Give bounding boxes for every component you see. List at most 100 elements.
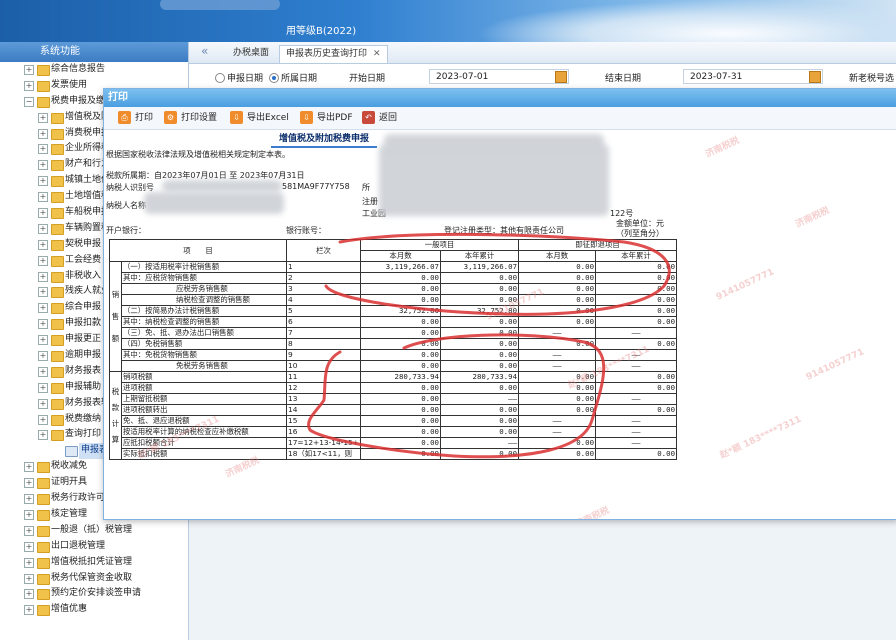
table-row: 应抵扣税额合计 17=12+13-14-15+16 0.00 —— 0.00 —— — [110, 437, 678, 449]
expand-icon[interactable]: + — [38, 128, 48, 139]
taxpayer-id-label: 纳税人识别号 — [106, 183, 154, 192]
print-settings-button[interactable]: ⚙ 打印设置 — [164, 111, 217, 125]
expand-icon[interactable]: + — [38, 208, 48, 219]
sidebar-item[interactable]: + 一般退（抵）税管理 — [0, 523, 188, 539]
expand-icon[interactable]: + — [38, 414, 48, 425]
sidebar-item-label: 税收减免 — [51, 461, 88, 472]
sidebar-item[interactable]: + 出口退税管理 — [0, 539, 188, 555]
expand-icon[interactable]: + — [24, 462, 34, 473]
watermark-text: 赵*颖 183****7311 — [718, 414, 804, 462]
export-pdf-button[interactable]: ⇩ 导出PDF — [300, 111, 353, 125]
calendar-icon[interactable] — [555, 71, 567, 83]
expand-icon[interactable]: + — [38, 351, 48, 362]
close-tab-icon[interactable]: ✕ — [373, 49, 381, 59]
expand-icon[interactable]: + — [24, 494, 34, 505]
print-button[interactable]: ⎙ 打印 — [118, 111, 153, 125]
amount-unit: 金额单位：元（列至角分） — [616, 219, 664, 238]
sidebar-item[interactable]: + 预约定价安排谈签申请 — [0, 586, 188, 602]
tax-number-select-label: 新老税号选 — [849, 74, 895, 84]
expand-icon[interactable]: + — [38, 287, 48, 298]
print-settings-label: 打印设置 — [181, 113, 218, 123]
expand-icon[interactable]: + — [24, 541, 34, 552]
table-row: 纳税检查调整的销售额 4 0.00 0.00 0.00 0.00 — [110, 294, 678, 306]
end-date-input[interactable]: 2023-07-31 — [683, 69, 823, 84]
expand-icon[interactable]: + — [38, 382, 48, 393]
expand-icon[interactable]: + — [38, 303, 48, 314]
cell-general-month: 0.00 — [360, 404, 442, 416]
expand-icon[interactable]: + — [38, 398, 48, 409]
expand-icon[interactable]: + — [24, 80, 34, 91]
radio-declare-date[interactable] — [215, 73, 225, 83]
cell-general-ytd: —— — [440, 393, 520, 405]
start-date-input[interactable]: 2023-07-01 — [429, 69, 569, 84]
row-label: 应税劳务销售额 — [120, 283, 288, 295]
expand-icon[interactable]: + — [24, 589, 34, 600]
expand-icon[interactable]: + — [24, 525, 34, 536]
expand-icon[interactable]: + — [38, 176, 48, 187]
row-line-no: 4 — [286, 294, 362, 306]
expand-icon[interactable]: + — [24, 605, 34, 616]
folder-icon — [51, 144, 64, 156]
account-label: 银行账号： — [286, 226, 326, 235]
watermark-text: 济南税税 — [704, 135, 742, 161]
expand-icon[interactable]: + — [38, 255, 48, 266]
expand-icon[interactable]: + — [24, 65, 34, 75]
tab-history-print[interactable]: 申报表历史查询打印 ✕ — [279, 45, 388, 63]
expand-icon[interactable]: + — [38, 239, 48, 250]
sidebar-item[interactable]: + 综合信息报告 — [0, 62, 188, 78]
sidebar-item[interactable]: + 增值税抵扣凭证管理 — [0, 555, 188, 571]
expand-icon[interactable]: + — [38, 192, 48, 203]
sidebar-item-label: 税费缴纳 — [65, 413, 102, 424]
expand-icon[interactable]: − — [24, 96, 34, 107]
expand-icon[interactable]: + — [24, 478, 34, 489]
export-excel-button[interactable]: ⇩ 导出Excel — [230, 111, 289, 125]
back-button[interactable]: ↶ 返回 — [362, 111, 397, 125]
settings-icon: ⚙ — [164, 111, 177, 124]
start-date-label: 开始日期 — [349, 74, 386, 84]
radio-period-date[interactable] — [269, 73, 279, 83]
folder-icon — [51, 351, 64, 363]
cell-general-month: 0.00 — [360, 272, 442, 284]
sidebar-item-label: 发票使用 — [51, 79, 88, 90]
expand-icon[interactable]: + — [38, 430, 48, 441]
row-line-no: 8 — [286, 338, 362, 350]
expand-icon[interactable]: + — [38, 319, 48, 330]
report-preview[interactable]: 增值税及附加税费申报 根据国家税收法律法规及增值税相关规定制定本表。 税款所属期… — [104, 130, 896, 519]
expand-icon[interactable]: + — [38, 223, 48, 234]
cell-general-month: 0.00 — [360, 316, 442, 328]
expand-icon[interactable]: + — [38, 112, 48, 123]
calendar-icon[interactable] — [809, 71, 821, 83]
redacted-area — [144, 192, 284, 214]
sidebar-item-label: 税务行政许可 — [51, 493, 106, 504]
header-ytd: 本年累计 — [440, 250, 520, 262]
folder-icon — [37, 589, 50, 601]
expand-icon[interactable]: + — [24, 573, 34, 584]
cell-general-month: 0.00 — [360, 294, 442, 306]
expand-icon[interactable]: + — [38, 160, 48, 171]
cell-refund-ytd: —— — [595, 415, 678, 427]
tab-home[interactable]: 办税桌面 — [227, 45, 275, 62]
folder-icon — [51, 430, 64, 442]
collapse-sidebar-icon[interactable]: « — [201, 44, 208, 58]
report-tab[interactable]: 增值税及附加税费申报 — [271, 132, 378, 148]
sidebar-item[interactable]: + 税务代保管资金收取 — [0, 571, 188, 587]
folder-icon — [51, 208, 64, 220]
expand-icon[interactable]: + — [38, 335, 48, 346]
folder-icon — [37, 557, 50, 569]
tab-bar: « 办税桌面 申报表历史查询打印 ✕ — [189, 42, 896, 64]
row-line-no: 16 — [286, 426, 362, 438]
cell-general-month: 0.00 — [360, 437, 442, 449]
expand-icon[interactable]: + — [38, 271, 48, 282]
expand-icon[interactable]: + — [24, 509, 34, 520]
expand-icon[interactable]: + — [38, 366, 48, 377]
table-row: （四）免税销售额 8 0.00 0.00 0.00 0.00 — [110, 338, 678, 350]
folder-icon — [37, 573, 50, 585]
row-label: 其中：纳税检查调整的销售额 — [120, 316, 288, 328]
folder-icon — [51, 176, 64, 188]
sidebar-item[interactable]: + 增值优惠 — [0, 602, 188, 618]
cell-general-ytd: 0.00 — [440, 272, 520, 284]
expand-icon[interactable]: + — [24, 557, 34, 568]
expand-icon[interactable]: + — [38, 144, 48, 155]
table-row: 其中：纳税检查调整的销售额 6 0.00 0.00 0.00 0.00 — [110, 316, 678, 328]
sidebar-item-label: 契税申报 — [65, 238, 102, 249]
